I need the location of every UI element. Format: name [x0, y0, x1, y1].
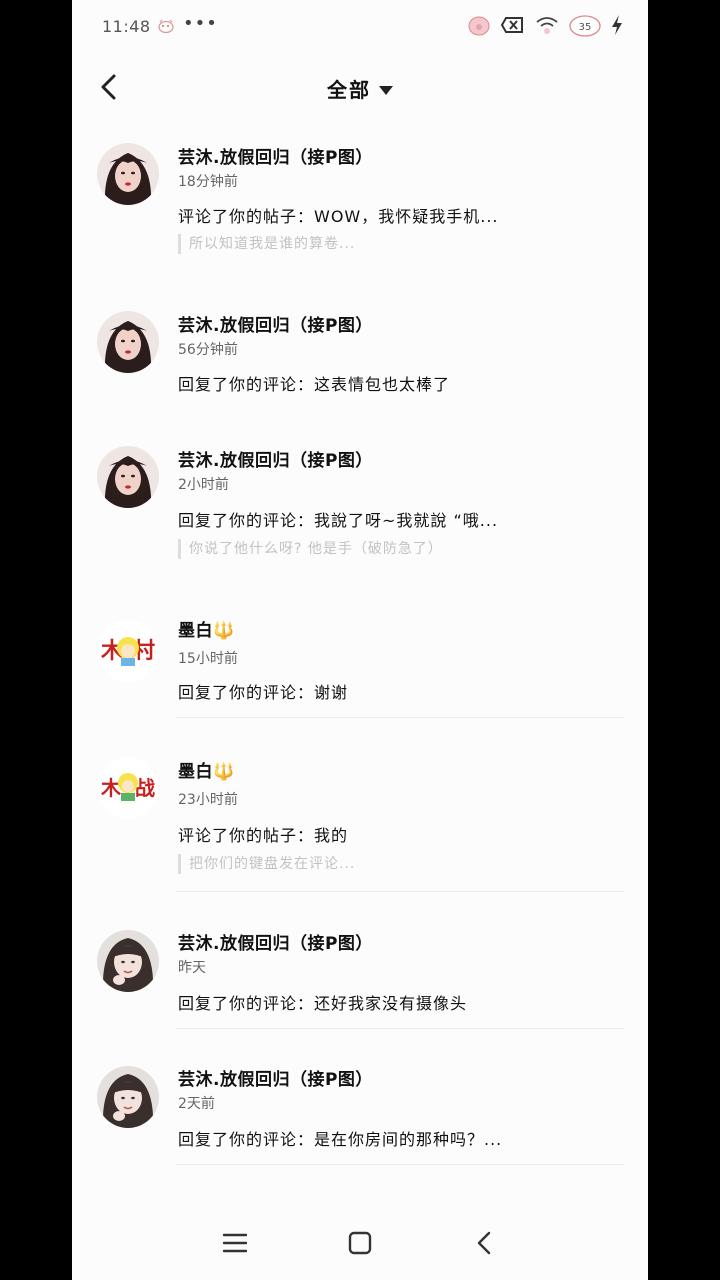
time-label: 18分钟前 [178, 174, 238, 190]
quoted-text[interactable]: 所以知道我是谁的算卷... [178, 234, 355, 254]
avatar[interactable] [97, 143, 159, 205]
time-label: 2小时前 [178, 477, 229, 493]
username[interactable]: 芸沐.放假回归（接P图） [178, 1065, 373, 1090]
username[interactable]: 墨白🔱 [178, 616, 235, 641]
username[interactable]: 墨白🔱 [178, 757, 235, 782]
status-dots: ••• [183, 13, 218, 34]
time-label: 56分钟前 [178, 342, 238, 358]
action-text[interactable]: 回复了你的评论：谢谢 [178, 679, 348, 703]
avatar[interactable] [97, 1066, 159, 1128]
status-icons: 35 [466, 12, 624, 38]
action-text[interactable]: 回复了你的评论：我說了呀~我就說 “哦... [178, 507, 498, 531]
menu-icon[interactable] [220, 1228, 250, 1258]
home-square-icon[interactable] [345, 1228, 375, 1258]
avatar[interactable] [97, 930, 159, 992]
quoted-text[interactable]: 你说了他什么呀? 他是手（破防急了） [178, 539, 443, 559]
caret-down-icon[interactable] [379, 86, 393, 95]
battery-icon: 35 [569, 15, 601, 37]
pig-sticker-icon [468, 16, 490, 36]
page-title[interactable]: 全部 [327, 78, 371, 102]
avatar[interactable] [97, 311, 159, 373]
action-text[interactable]: 回复了你的评论：是在你房间的那种吗？... [178, 1126, 502, 1150]
action-text[interactable]: 回复了你的评论：还好我家没有摄像头 [178, 990, 467, 1014]
avatar[interactable] [97, 446, 159, 508]
divider [176, 717, 624, 718]
action-text[interactable]: 评论了你的帖子：我的 [178, 822, 348, 846]
quoted-text[interactable]: 把你们的键盘发在评论... [178, 854, 355, 874]
time-label: 15小时前 [178, 651, 238, 667]
filter-dropdown[interactable]: 全部 [72, 74, 648, 103]
back-triangle-icon[interactable] [470, 1228, 500, 1258]
username[interactable]: 芸沐.放假回归（接P图） [178, 446, 373, 471]
system-nav-bar [72, 1210, 648, 1274]
divider [176, 1028, 624, 1029]
divider [176, 1164, 624, 1165]
header: 全部 [72, 60, 648, 116]
username[interactable]: 芸沐.放假回归（接P图） [178, 929, 373, 954]
close-box-icon [500, 17, 523, 33]
status-bar: 11:48 ••• 35 [72, 0, 648, 54]
svg-text:战: 战 [135, 776, 155, 800]
time-label: 昨天 [178, 960, 206, 976]
username[interactable]: 芸沐.放假回归（接P图） [178, 311, 373, 336]
avatar[interactable]: 木 战 [97, 757, 159, 819]
action-text[interactable]: 回复了你的评论：这表情包也太棒了 [178, 371, 450, 395]
status-time: 11:48 [102, 17, 151, 36]
avatar[interactable]: 木 村 [97, 620, 159, 682]
battery-level: 35 [579, 22, 592, 33]
time-label: 2天前 [178, 1096, 215, 1112]
pig-sticker-icon [158, 19, 174, 34]
charging-icon [612, 15, 622, 35]
username[interactable]: 芸沐.放假回归（接P图） [178, 143, 373, 168]
time-label: 23小时前 [178, 792, 238, 808]
wifi-icon [536, 17, 558, 34]
divider [176, 891, 624, 892]
action-text[interactable]: 评论了你的帖子：WOW，我怀疑我手机... [178, 203, 499, 227]
phone-screen: 11:48 ••• 35 全部 芸沐.放假回归（接P图） 18分钟前 评论了你的… [72, 0, 648, 1280]
